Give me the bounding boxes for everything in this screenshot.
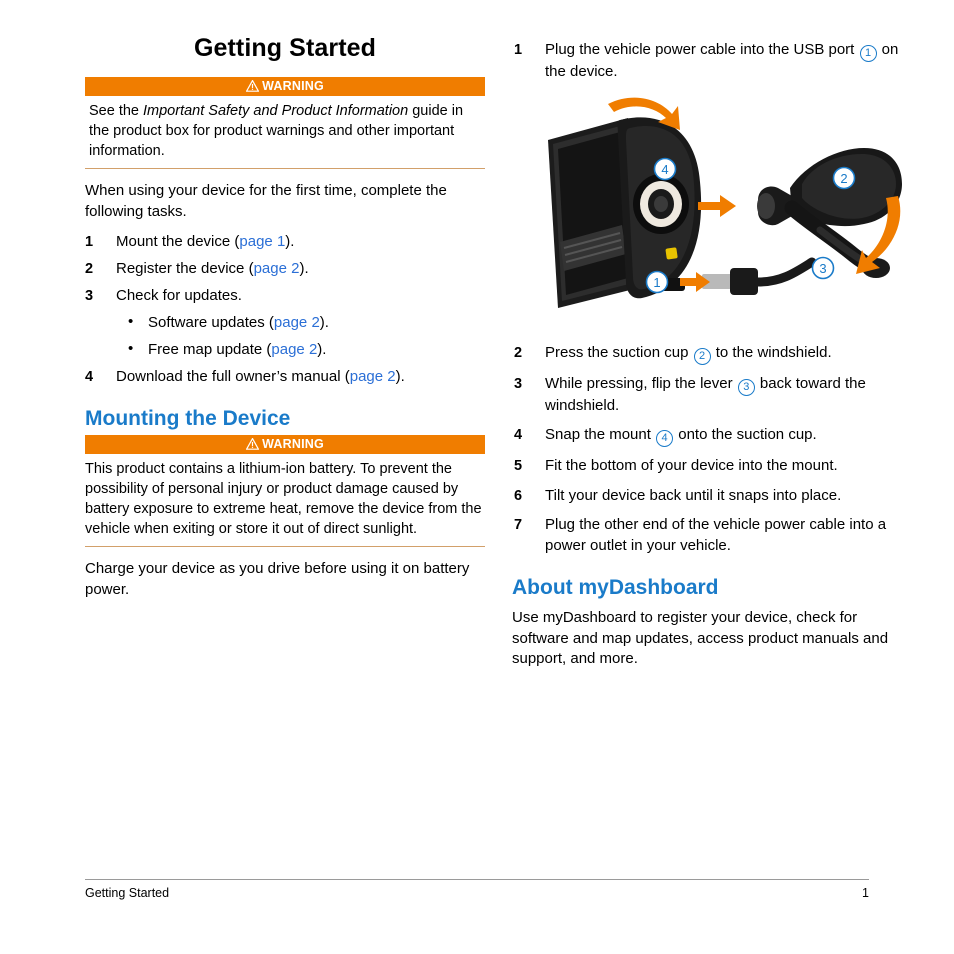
task-list-item: 4 Download the full owner’s manual (page …: [85, 367, 485, 387]
figure-callout-4: 4: [653, 157, 677, 180]
svg-text:2: 2: [840, 171, 847, 186]
step-text: Fit the bottom of your device into the m…: [545, 457, 838, 474]
intro-paragraph: When using your device for the first tim…: [85, 182, 447, 220]
step-text-tail: to the windshield.: [711, 343, 832, 361]
sub-text-before: Software updates (: [148, 314, 274, 331]
mount-step-item: 5 Fit the bottom of your device into the …: [512, 456, 912, 477]
task-list-item: 3 Check for updates. • Software updates (p…: [85, 286, 485, 360]
step-text: While pressing, flip the lever: [545, 374, 737, 392]
step-text: Press the suction cup: [545, 343, 693, 361]
mount-step-item: 3 While pressing, flip the lever 3 back t…: [512, 374, 912, 417]
warning-banner-1-label: WARNING: [262, 79, 324, 93]
step-number: 6: [514, 487, 523, 504]
step-number: 4: [85, 369, 94, 385]
step-number: 1: [85, 234, 94, 250]
page-reference-link[interactable]: page 2: [274, 314, 320, 331]
mount-step-item: 1 Plug the vehicle power cable into the U…: [512, 40, 912, 83]
task-list-item: 2 Register the device (page 2).: [85, 259, 485, 279]
svg-text:3: 3: [819, 261, 826, 276]
page-reference-link[interactable]: page 2: [271, 341, 317, 358]
warning-banner-2: WARNING: [85, 435, 485, 454]
section-heading-mounting: Mounting the Device: [85, 407, 291, 430]
section-heading-mydashboard: About myDashboard: [512, 576, 719, 599]
task-list-item: 1 Mount the device (page 1).: [85, 232, 485, 252]
warning-banner-1: WARNING: [85, 77, 485, 96]
footer-left-text: Getting Started: [85, 886, 170, 900]
step-number: 4: [514, 427, 523, 443]
warning-triangle-icon: [245, 79, 260, 98]
figure-callout-1: 1: [645, 270, 669, 293]
warning-text-1-before: See the: [89, 103, 144, 119]
sub-list-item: • Software updates (page 2).: [116, 313, 485, 333]
sub-text-after: ).: [319, 314, 329, 331]
step-number: 3: [85, 288, 94, 304]
step-number: 7: [514, 517, 523, 533]
bullet-icon: •: [128, 340, 134, 357]
sub-text-after: ).: [317, 341, 327, 358]
svg-text:1: 1: [653, 275, 660, 290]
warning-banner-2-label: WARNING: [262, 437, 324, 451]
closing-paragraph: Charge your device as you drive before u…: [85, 560, 470, 598]
mount-step-list-top: 1 Plug the vehicle power cable into the U…: [512, 40, 912, 83]
step-number: 2: [85, 261, 94, 277]
page-reference-link[interactable]: page 2: [254, 260, 300, 277]
left-column: Getting Started WARNING See the Importan…: [85, 34, 485, 600]
step-text-before: Check for updates.: [116, 287, 242, 304]
usb-cable-graphic: [702, 257, 817, 295]
warning-text-2: This product contains a lithium-ion batt…: [85, 454, 485, 547]
page-reference-link[interactable]: page 2: [350, 368, 396, 385]
sub-text-before: Free map update (: [148, 341, 272, 358]
step-number: 5: [514, 458, 523, 474]
step-text: Plug the other end of the vehicle power …: [545, 516, 887, 554]
callout-marker-4: 4: [656, 430, 674, 447]
figure-callout-2: 2: [832, 166, 856, 189]
footer-page-number: 1: [862, 886, 869, 900]
mount-step-item: 4 Snap the mount 4 onto the suction cup.: [512, 425, 912, 447]
mount-step-item: 2 Press the suction cup 2 to the windshie…: [512, 343, 912, 365]
step-text: Tilt your device back until it snaps int…: [545, 486, 842, 504]
step-text-before: Register the device (: [116, 260, 254, 277]
mount-step-item: 7 Plug the other end of the vehicle power…: [512, 515, 912, 556]
mount-step-list: 2 Press the suction cup 2 to the windshie…: [512, 343, 912, 557]
step-number: 3: [514, 375, 523, 392]
step-text-after: ).: [285, 233, 295, 250]
step-text: Snap the mount: [545, 426, 656, 443]
step-text-before: Mount the device (: [116, 233, 240, 250]
step-number: 1: [514, 42, 523, 58]
page-reference-link[interactable]: page 1: [239, 233, 285, 250]
step-number: 2: [514, 344, 523, 361]
page-title: Getting Started: [193, 34, 377, 62]
suction-cup-graphic: [757, 147, 902, 278]
warning-text-1-italic: Important Safety and Product Information: [143, 103, 409, 119]
right-column: 1 Plug the vehicle power cable into the U…: [512, 40, 912, 670]
callout-marker-2: 2: [693, 347, 711, 365]
page-footer: Getting Started 1: [85, 879, 869, 900]
mount-step-item: 6 Tilt your device back until it snaps in…: [512, 486, 912, 507]
bullet-icon: •: [128, 313, 134, 330]
step-text-tail: onto the suction cup.: [674, 426, 817, 443]
mydashboard-paragraph: Use myDashboard to register your device,…: [512, 609, 889, 667]
sub-list-item: • Free map update (page 2).: [116, 340, 485, 360]
step-text: Plug the vehicle power cable into the US…: [545, 41, 859, 58]
mount-illustration-svg: 4 2 3 1: [548, 97, 902, 308]
sub-list: • Software updates (page 2). • Free map up…: [116, 313, 485, 360]
step-text-after: ).: [299, 260, 309, 277]
step-text-after: ).: [395, 368, 405, 385]
warning-triangle-icon: [245, 437, 260, 456]
figure-callout-3: 3: [811, 256, 835, 279]
document-page: Getting Started WARNING See the Importan…: [0, 0, 954, 954]
callout-marker-1: 1: [859, 45, 877, 62]
step-text-before: Download the full owner’s manual (: [116, 368, 350, 385]
svg-text:4: 4: [661, 162, 668, 177]
callout-marker-3: 3: [737, 378, 755, 396]
mount-illustration: 4 2 3 1: [520, 91, 906, 331]
task-list: 1 Mount the device (page 1). 2 Register th…: [85, 232, 485, 387]
warning-text-1: See the Important Safety and Product Inf…: [85, 96, 485, 169]
